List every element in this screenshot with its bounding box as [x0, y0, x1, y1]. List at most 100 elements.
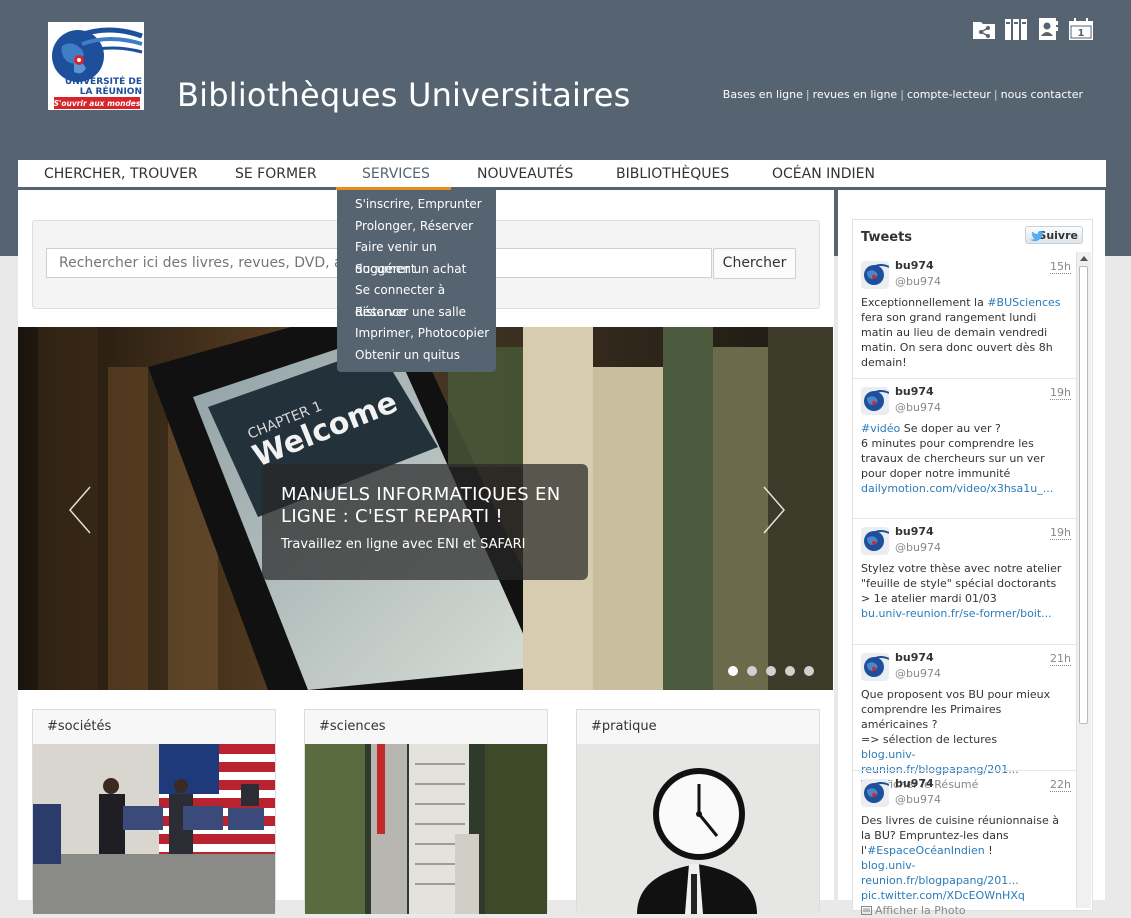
- slider-dot[interactable]: [804, 666, 814, 676]
- tweet-user[interactable]: bu974: [895, 651, 934, 664]
- nav-chercher[interactable]: CHERCHER, TROUVER: [44, 160, 198, 187]
- top-link-revues[interactable]: revues en ligne: [813, 88, 898, 101]
- tweet-text-span: > 1e atelier mardi 01/03: [861, 592, 997, 605]
- card-tag[interactable]: #sciences: [305, 710, 547, 743]
- tweet-link[interactable]: #BUSciences: [987, 296, 1060, 309]
- menu-item-quitus[interactable]: Obtenir un quitus: [337, 345, 496, 367]
- tweet-handle[interactable]: @bu974: [895, 541, 941, 554]
- tweet-handle[interactable]: @bu974: [895, 275, 941, 288]
- scroll-up-icon[interactable]: [1080, 256, 1088, 261]
- tweet-handle[interactable]: @bu974: [895, 793, 941, 806]
- tweet-time[interactable]: 22h: [1050, 779, 1071, 792]
- tweet-link[interactable]: bu.univ-reunion.fr/se-former/boit...: [861, 607, 1052, 620]
- avatar[interactable]: [861, 527, 889, 555]
- tweet-user[interactable]: bu974: [895, 385, 934, 398]
- tweet-link[interactable]: dailymotion.com/video/x3hsa1u_...: [861, 482, 1053, 495]
- tweet-user[interactable]: bu974: [895, 777, 934, 790]
- folder-share-icon[interactable]: [972, 17, 996, 41]
- tweet-time[interactable]: 21h: [1050, 653, 1071, 666]
- separator: |: [805, 88, 810, 101]
- tweet-text: Des livres de cuisine réunionnaise à la …: [861, 813, 1071, 918]
- tweet-link[interactable]: #vidéo: [861, 422, 900, 435]
- next-slide-icon[interactable]: [758, 485, 788, 535]
- search-button[interactable]: Chercher: [713, 248, 796, 279]
- scroll-thumb[interactable]: [1079, 266, 1088, 724]
- follow-label: Suivre: [1038, 229, 1078, 242]
- tweet-user[interactable]: bu974: [895, 525, 934, 538]
- site-title[interactable]: Bibliothèques Universitaires: [177, 76, 631, 114]
- menu-item-imprimer[interactable]: Imprimer, Photocopier: [337, 323, 496, 345]
- menu-item-faire-venir[interactable]: Faire venir un document: [337, 237, 496, 276]
- menu-item-connecter[interactable]: Se connecter à distance: [337, 280, 496, 319]
- top-link-contact[interactable]: nous contacter: [1001, 88, 1083, 101]
- slider-dot[interactable]: [728, 666, 738, 676]
- tweet[interactable]: bu974 @bu974 15h Exceptionnellement la #BUS…: [853, 253, 1077, 378]
- menu-item-reserver-salle[interactable]: Réserver une salle: [337, 302, 496, 324]
- books-icon[interactable]: [1004, 17, 1028, 41]
- tweets-scrollbar[interactable]: [1076, 252, 1091, 908]
- tweet-text: Exceptionnellement la #BUSciences fera s…: [861, 295, 1071, 370]
- slide-subtitle: Travaillez en ligne avec ENI et SAFARI: [281, 537, 526, 552]
- tweet-text-span: 6 minutes pour comprendre les travaux de…: [861, 437, 1045, 480]
- tweet-link[interactable]: #EspaceOcéanIndien: [867, 844, 985, 857]
- nav-se-former[interactable]: SE FORMER: [235, 160, 317, 187]
- tweet-handle[interactable]: @bu974: [895, 667, 941, 680]
- top-link-bases[interactable]: Bases en ligne: [723, 88, 803, 101]
- tweet-link[interactable]: blog.univ-reunion.fr/blogpapang/201...: [861, 859, 1019, 887]
- logo-text-1: UNIVERSITÉ DE: [65, 75, 142, 87]
- card-tag[interactable]: #pratique: [577, 710, 819, 743]
- tweet-link[interactable]: pic.twitter.com/XDcEOWnHXq: [861, 889, 1025, 902]
- top-icons: 1: [972, 17, 1093, 41]
- tweet-time[interactable]: 19h: [1050, 527, 1071, 540]
- nav-bibliotheques[interactable]: BIBLIOTHÈQUES: [616, 160, 729, 187]
- services-dropdown: S'inscrire, Emprunter Prolonger, Réserve…: [337, 190, 496, 372]
- tweet-handle[interactable]: @bu974: [895, 401, 941, 414]
- slider-dot[interactable]: [785, 666, 795, 676]
- twitter-bird-icon: [1030, 230, 1044, 242]
- card-sciences[interactable]: #sciences: [304, 709, 548, 914]
- tweet-text-span: Se doper au ver ?: [900, 422, 1001, 435]
- separator: |: [993, 88, 998, 101]
- calendar-day: 1: [1078, 28, 1085, 39]
- tweet-time[interactable]: 15h: [1050, 261, 1071, 274]
- top-link-compte[interactable]: compte-lecteur: [907, 88, 991, 101]
- nav-ocean-indien[interactable]: OCÉAN INDIEN: [772, 160, 875, 187]
- tweet-text: #vidéo Se doper au ver ? 6 minutes pour c…: [861, 421, 1071, 496]
- card-societes[interactable]: #sociétés: [32, 709, 276, 914]
- tweet[interactable]: bu974 @bu974 22h Des livres de cuisine réun…: [853, 770, 1077, 917]
- avatar[interactable]: [861, 387, 889, 415]
- follow-button[interactable]: Suivre: [1025, 226, 1083, 244]
- card-image[interactable]: [33, 744, 275, 914]
- tweet-text-span: fera son grand rangement lundi matin au …: [861, 311, 1053, 369]
- tweet[interactable]: bu974 @bu974 21h Que proposent vos BU pour …: [853, 644, 1077, 791]
- top-links: Bases en ligne | revues en ligne | compte-le…: [723, 88, 1083, 101]
- card-pratique[interactable]: #pratique: [576, 709, 820, 914]
- prev-slide-icon[interactable]: [66, 485, 96, 535]
- nav-services[interactable]: SERVICES: [362, 160, 430, 187]
- tweet-action[interactable]: Afficher la Photo: [861, 904, 966, 917]
- slide-caption[interactable]: MANUELS INFORMATIQUES EN LIGNE : C'EST R…: [262, 464, 588, 580]
- tweet[interactable]: bu974 @bu974 19h #vidéo Se doper au ver ? 6 …: [853, 378, 1077, 519]
- tweet[interactable]: bu974 @bu974 19h Stylez votre thèse avec no…: [853, 518, 1077, 645]
- calendar-icon[interactable]: 1: [1068, 17, 1093, 41]
- avatar[interactable]: [861, 653, 889, 681]
- tweet-user[interactable]: bu974: [895, 259, 934, 272]
- card-image[interactable]: [305, 744, 547, 914]
- avatar[interactable]: [861, 779, 889, 807]
- menu-item-prolonger[interactable]: Prolonger, Réserver: [337, 216, 496, 238]
- logo-tagline: S'ouvrir aux mondes: [54, 99, 141, 108]
- tweet-action-label[interactable]: Afficher la Photo: [875, 904, 966, 917]
- card-tag[interactable]: #sociétés: [33, 710, 275, 743]
- user-card-icon[interactable]: [1036, 17, 1060, 41]
- menu-item-inscrire[interactable]: S'inscrire, Emprunter: [337, 194, 496, 216]
- tweet-time[interactable]: 19h: [1050, 387, 1071, 400]
- nav-nouveautes[interactable]: NOUVEAUTÉS: [477, 160, 573, 187]
- slider-dot[interactable]: [766, 666, 776, 676]
- menu-item-suggerer[interactable]: Suggérer un achat: [337, 259, 496, 281]
- card-image[interactable]: [577, 744, 819, 914]
- slider-dot[interactable]: [747, 666, 757, 676]
- slide-title[interactable]: MANUELS INFORMATIQUES EN LIGNE : C'EST R…: [281, 484, 581, 528]
- main-nav: CHERCHER, TROUVER SE FORMER SERVICES NOU…: [18, 160, 1106, 191]
- university-logo[interactable]: UNIVERSITÉ DE LA RÉUNION S'ouvrir aux mo…: [48, 22, 144, 110]
- avatar[interactable]: [861, 261, 889, 289]
